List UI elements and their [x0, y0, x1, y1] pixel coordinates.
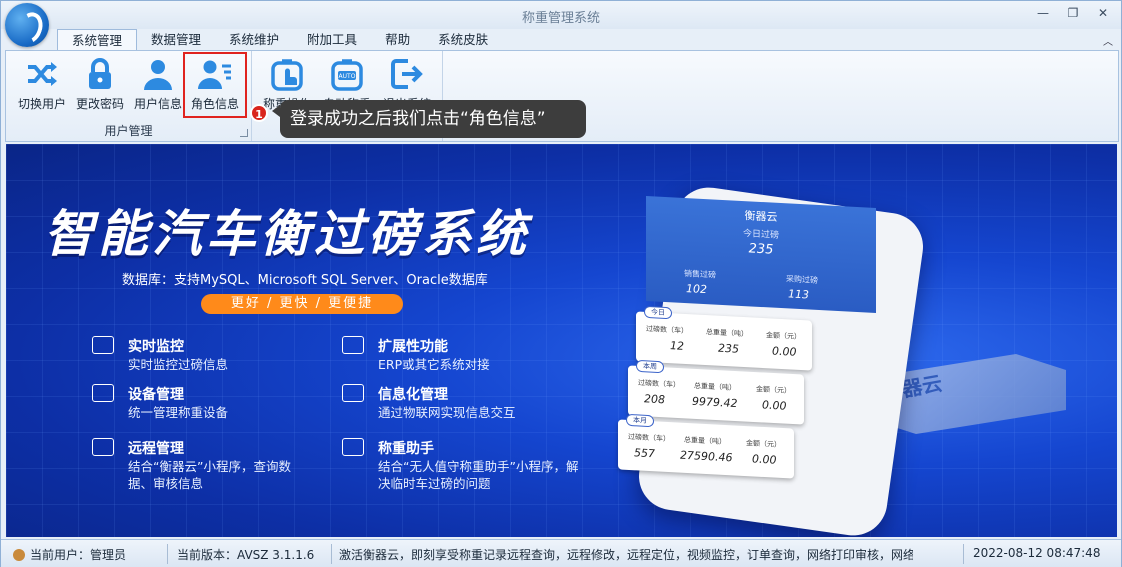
restore-button[interactable]: ❐: [1062, 4, 1084, 22]
notice-ticker[interactable]: 激活衡器云，即刻享受称重记录远程查询，远程修改，远程定位，视频监控，订单查询，网…: [339, 546, 913, 563]
welcome-banner: 智能汽车衡过磅系统 数据库：支持MySQL、Microsoft SQL Serv…: [6, 144, 1117, 537]
user-info-button[interactable]: 用户信息: [128, 53, 188, 113]
logout-icon: [391, 59, 423, 89]
banner-headline: 智能汽车衡过磅系统: [44, 205, 530, 263]
user-icon: [13, 549, 25, 561]
phone-card-today: 今日 过磅数（车） 12 总重量（吨） 235 金额（元） 0.00: [636, 305, 812, 371]
tab-system-management[interactable]: 系统管理: [57, 29, 138, 51]
tutorial-tooltip: 登录成功之后我们点击“角色信息”: [272, 100, 586, 138]
device-icon: [92, 384, 114, 402]
tab-system-maintenance[interactable]: 系统维护: [215, 29, 293, 51]
status-divider: [167, 544, 168, 564]
app-logo-icon[interactable]: [5, 3, 49, 47]
step-badge: 1: [250, 104, 268, 122]
title-bar: 称重管理系统 — ❐ ✕: [1, 1, 1121, 29]
status-divider: [963, 544, 964, 564]
status-divider: [331, 544, 332, 564]
minimize-button[interactable]: —: [1032, 4, 1054, 22]
group-launcher-icon[interactable]: [240, 129, 248, 137]
weighing-hand-icon: [271, 59, 303, 91]
phone-screen-summary: 衡器云 今日过磅 235 销售过磅 102 采购过磅 113: [646, 195, 876, 314]
tab-system-skin[interactable]: 系统皮肤: [424, 29, 502, 51]
close-button[interactable]: ✕: [1092, 4, 1114, 22]
tab-data-management[interactable]: 数据管理: [137, 29, 215, 51]
datetime-status: 2022-08-12 08:47:48: [973, 546, 1101, 560]
switch-user-button[interactable]: 切换用户: [12, 53, 72, 113]
change-password-button[interactable]: 更改密码: [70, 53, 130, 113]
role-info-button[interactable]: 角色信息: [183, 52, 247, 118]
tab-help[interactable]: 帮助: [371, 29, 424, 51]
remote-monitor-icon: [92, 438, 114, 456]
group-user-management: 切换用户 更改密码 用户信息 角色信息 用户管理: [6, 51, 252, 141]
user-icon: [144, 60, 172, 90]
tab-extra-tools[interactable]: 附加工具: [293, 29, 371, 51]
window-title: 称重管理系统: [521, 11, 600, 26]
scale-icon: [342, 438, 364, 456]
database-support-text: 数据库：支持MySQL、Microsoft SQL Server、Oracle数…: [122, 273, 488, 288]
user-list-icon: [198, 60, 231, 89]
collapse-ribbon-icon[interactable]: ︿: [1103, 33, 1113, 48]
ribbon-tabs: 系统管理 数据管理 系统维护 附加工具 帮助 系统皮肤: [57, 29, 502, 51]
shuffle-icon: [28, 62, 57, 86]
phone-card-week: 本周 过磅数（车） 208 总重量（吨） 9979.42 金额（元） 0.00: [628, 359, 804, 425]
status-bar: 当前用户：管理员 当前版本：AVSZ 3.1.1.6 激活衡器云，即刻享受称重记…: [1, 539, 1121, 567]
version-status: 当前版本：AVSZ 3.1.1.6: [177, 548, 315, 562]
phone-card-month: 本月 过磅数（车） 557 总重量（吨） 27590.46 金额（元） 0.00: [618, 413, 794, 479]
slogan-pill: 更好 / 更快 / 更便捷: [201, 294, 403, 314]
auto-scale-icon: AUTO: [331, 59, 363, 91]
monitor-icon: [92, 336, 114, 354]
group-label-user-management: 用户管理: [104, 124, 153, 138]
lock-icon: [89, 58, 111, 89]
svg-text:AUTO: AUTO: [339, 73, 356, 80]
current-user-status: 当前用户：管理员: [13, 546, 161, 563]
external-link-icon: [342, 336, 364, 354]
settings-icon: [342, 384, 364, 402]
app-window: 称重管理系统 — ❐ ✕ 系统管理 数据管理 系统维护 附加工具 帮助 系统皮肤…: [0, 0, 1122, 567]
